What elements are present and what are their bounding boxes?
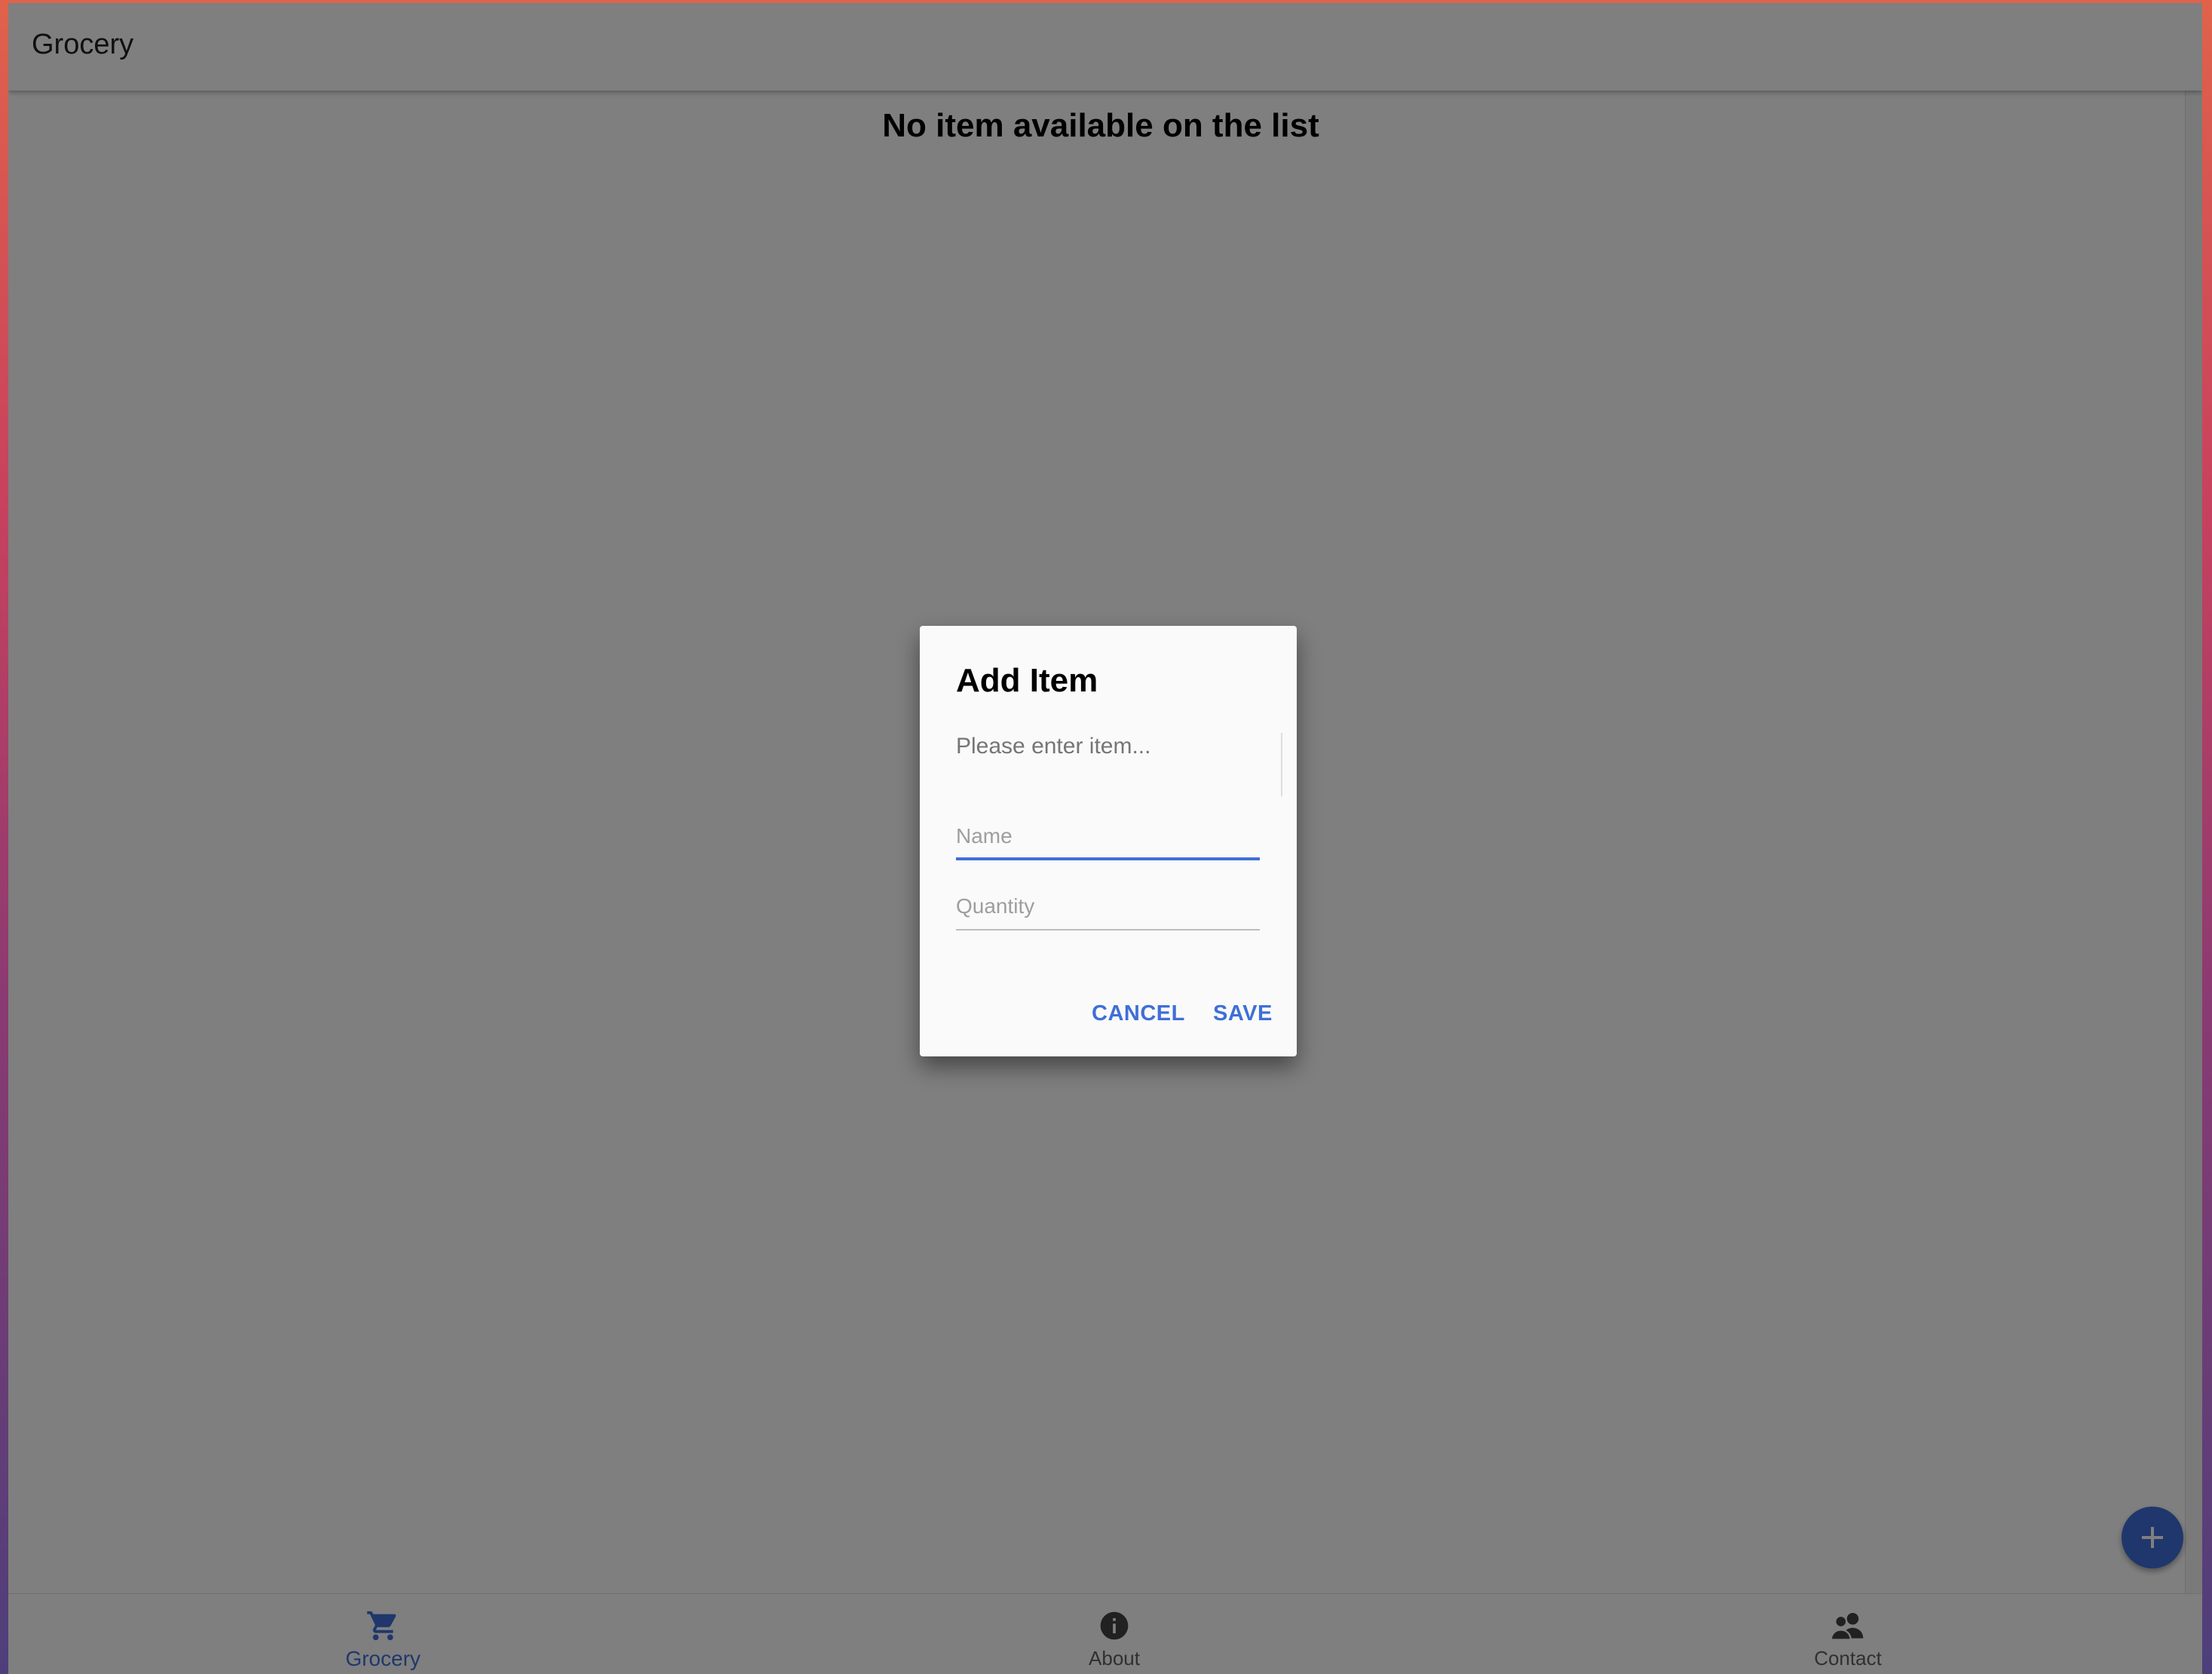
name-input[interactable] <box>956 815 1260 857</box>
quantity-field-underline <box>956 929 1260 931</box>
cancel-button[interactable]: CANCEL <box>1092 1001 1185 1026</box>
name-field <box>956 815 1260 860</box>
app-window: Grocery No item available on the list Gr… <box>8 3 2202 1674</box>
save-button[interactable]: SAVE <box>1213 1001 1273 1026</box>
name-field-underline <box>956 857 1260 860</box>
quantity-field <box>956 885 1260 931</box>
dialog-text: Please enter item... <box>956 734 1151 759</box>
dialog-title: Add Item <box>956 662 1098 699</box>
add-item-dialog: Add Item Please enter item... CANCEL SAV… <box>920 626 1297 1056</box>
quantity-input[interactable] <box>956 885 1260 927</box>
dialog-divider <box>1281 733 1282 796</box>
